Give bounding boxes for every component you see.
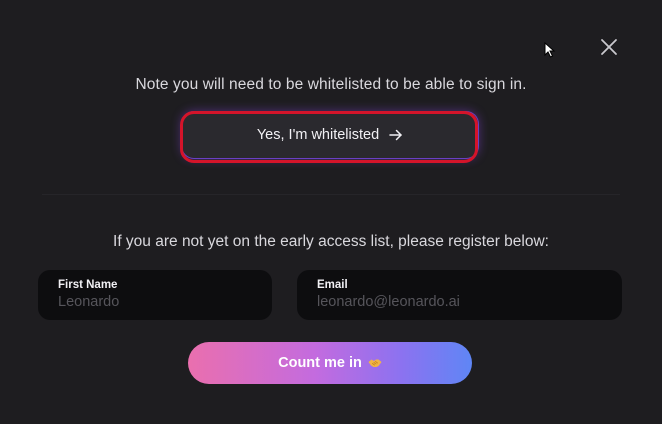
email-field: Email <box>297 270 622 320</box>
close-icon <box>601 39 617 55</box>
email-label: Email <box>317 279 348 291</box>
first-name-field: First Name <box>38 270 272 320</box>
whitelisted-button[interactable]: Yes, I'm whitelisted <box>182 112 478 158</box>
handshake-icon <box>368 358 382 368</box>
mouse-cursor-icon <box>544 41 556 58</box>
close-button[interactable] <box>598 36 620 58</box>
count-me-in-label: Count me in <box>278 355 362 371</box>
first-name-label: First Name <box>58 279 118 291</box>
signin-modal: Note you will need to be whitelisted to … <box>0 0 662 424</box>
whitelist-note: Note you will need to be whitelisted to … <box>135 76 527 93</box>
first-name-input[interactable] <box>58 294 252 310</box>
email-input[interactable] <box>317 294 602 310</box>
count-me-in-button[interactable]: Count me in <box>188 342 472 384</box>
arrow-right-icon <box>389 129 403 141</box>
register-note: If you are not yet on the early access l… <box>113 233 549 250</box>
divider <box>42 194 620 195</box>
whitelisted-button-label: Yes, I'm whitelisted <box>256 127 380 143</box>
